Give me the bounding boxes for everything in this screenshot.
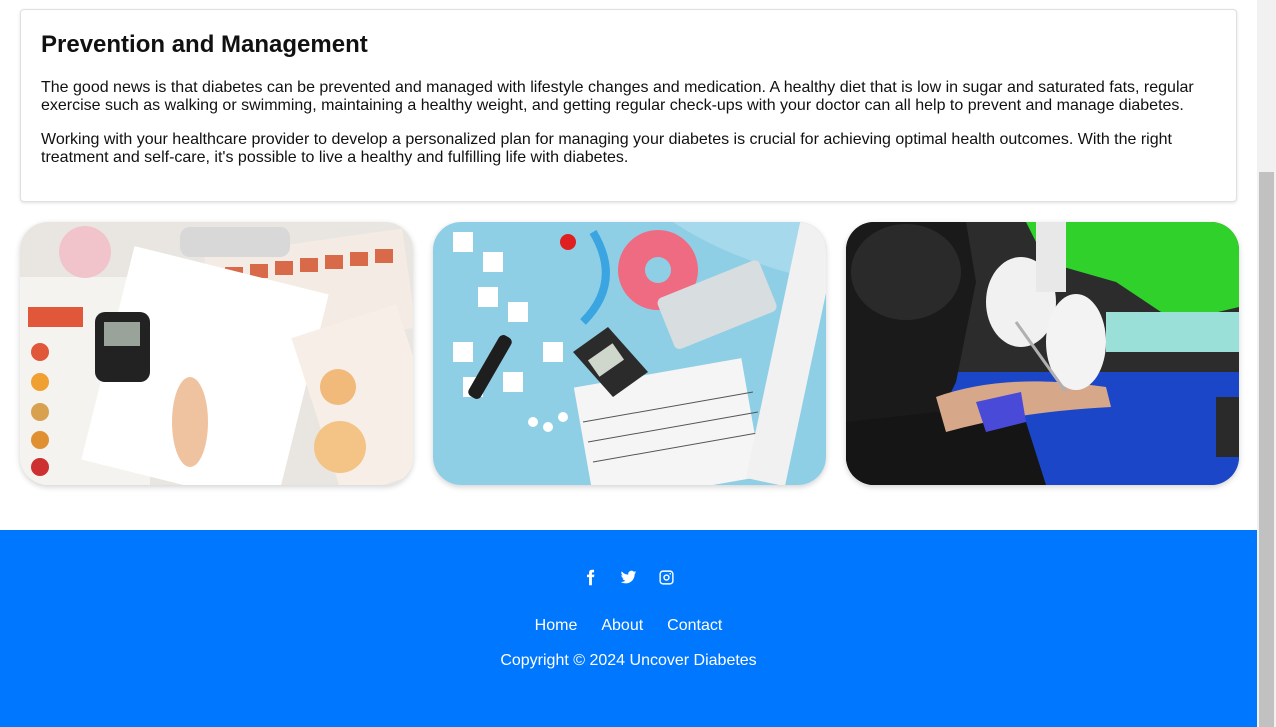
glucose-meter-donut-photo: [433, 222, 826, 485]
footer-nav: Home About Contact: [0, 617, 1257, 635]
copyright-text: Copyright © 2024 Uncover Diabetes: [500, 652, 757, 669]
footer-link-home[interactable]: Home: [535, 617, 578, 635]
facebook-icon[interactable]: [582, 568, 600, 586]
diabetes-charts-photo: [20, 222, 413, 485]
section-paragraph-2: Working with your healthcare provider to…: [41, 131, 1172, 166]
blood-test-photo: [846, 222, 1239, 485]
image-gallery: [20, 222, 1239, 485]
site-footer: Home About Contact Copyright © 2024 Unco…: [0, 530, 1257, 727]
footer-link-contact[interactable]: Contact: [667, 617, 722, 635]
page: Prevention and Management The good news …: [0, 0, 1257, 727]
prevention-card: Prevention and Management The good news …: [20, 9, 1237, 202]
scrollbar-thumb[interactable]: [1259, 172, 1274, 727]
twitter-icon[interactable]: [620, 568, 638, 586]
vertical-scrollbar[interactable]: [1257, 0, 1276, 727]
section-paragraph-1: The good news is that diabetes can be pr…: [41, 79, 1194, 114]
instagram-icon[interactable]: [658, 568, 676, 586]
social-links: [0, 568, 1257, 586]
section-title: Prevention and Management: [41, 31, 368, 58]
footer-link-about[interactable]: About: [601, 617, 643, 635]
